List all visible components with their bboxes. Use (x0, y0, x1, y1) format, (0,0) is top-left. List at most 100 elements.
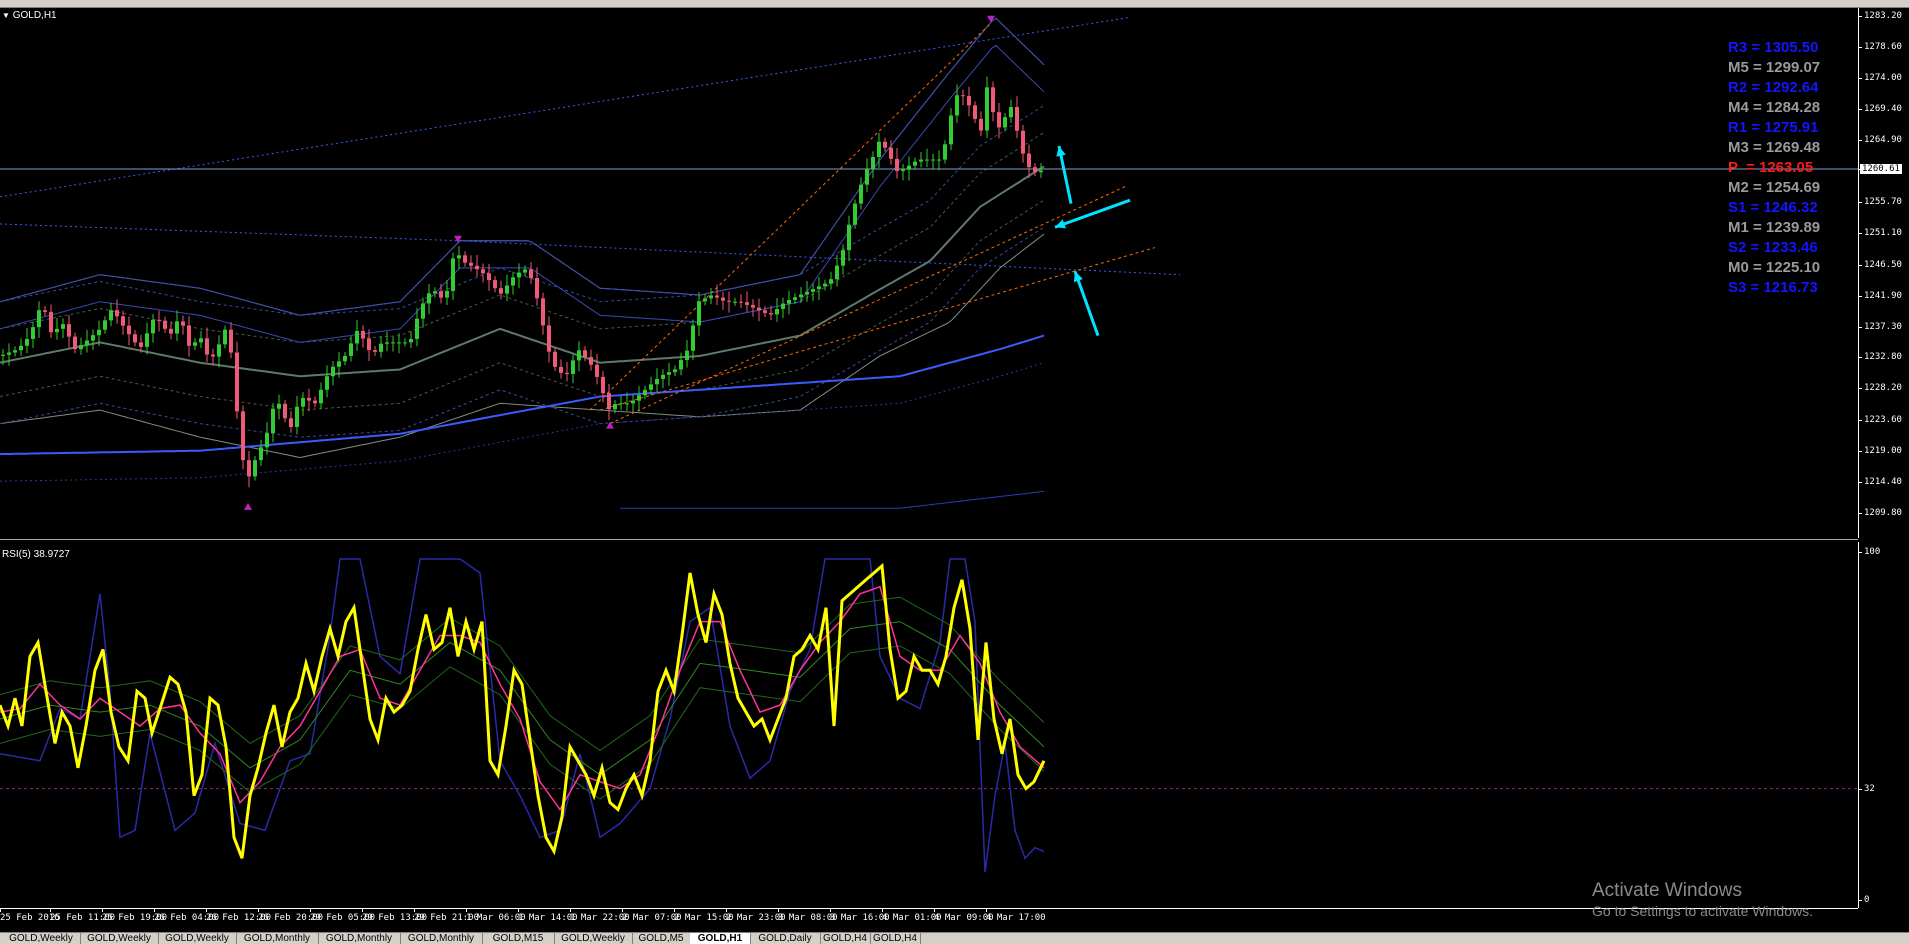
time-axis-tick (154, 909, 155, 912)
time-axis-tick (102, 909, 103, 912)
price-scale-tick (1859, 295, 1862, 297)
rsi-scale[interactable]: 100 32 0 (1858, 542, 1909, 908)
chart-tab-gold-h4[interactable]: GOLD,H4 (820, 933, 871, 944)
chart-tab-gold-daily[interactable]: GOLD,Daily (750, 933, 821, 944)
candle-body (103, 320, 107, 330)
candle-body (559, 366, 563, 373)
chart-tab-gold-monthly[interactable]: GOLD,Monthly (400, 933, 483, 944)
candle-body (583, 350, 587, 358)
time-axis-tick (986, 909, 987, 912)
candle-body (181, 321, 185, 326)
candle-body (751, 304, 755, 308)
panel-divider[interactable] (0, 539, 1858, 540)
candle-body (505, 285, 509, 294)
time-axis-tick (622, 909, 623, 912)
candle-body (871, 157, 875, 170)
candle-body (301, 397, 305, 407)
bottom-envelope (620, 490, 1045, 509)
candle-body (121, 316, 125, 326)
candle-body (289, 418, 293, 428)
candle-body (625, 403, 629, 405)
candle-body (151, 319, 155, 334)
candle-body (901, 169, 905, 172)
candle-body (703, 298, 707, 302)
symbol-dropdown-icon[interactable]: ▼ (2, 11, 10, 20)
price-scale-tick (1859, 419, 1862, 421)
time-axis-tick (778, 909, 779, 912)
chart-tab-gold-weekly[interactable]: GOLD,Weekly (554, 933, 633, 944)
rsi-indicator-panel[interactable]: RSI(5) 38.9727 (0, 542, 1858, 908)
candle-body (349, 343, 353, 356)
rsi-scale-label: 100 (1864, 547, 1881, 557)
candle-body (427, 293, 431, 304)
candle-body (391, 342, 395, 344)
candle-body (13, 350, 17, 353)
channel-line-1 (609, 186, 1126, 425)
price-scale[interactable]: 1283.20 1278.60 1274.00 1269.40 1264.90 1260.… (1858, 8, 1909, 538)
candle-body (169, 328, 173, 334)
activate-windows-watermark: Activate Windows Go to Settings to activ… (1592, 880, 1813, 920)
candle-body (307, 397, 311, 401)
candle-body (109, 310, 113, 321)
chart-tab-gold-weekly[interactable]: GOLD,Weekly (2, 933, 81, 944)
candle-body (973, 105, 977, 119)
price-scale-tick (1859, 513, 1862, 514)
candle-body (379, 343, 383, 352)
candle-body (463, 255, 467, 263)
candle-body (859, 184, 863, 204)
candle-body (817, 286, 821, 290)
candle-body (649, 384, 653, 390)
candle-body (541, 298, 545, 326)
candle-body (385, 342, 389, 344)
time-axis-tick (206, 909, 207, 912)
chart-tab-gold-weekly[interactable]: GOLD,Weekly (80, 933, 159, 944)
pivot-level-m2: M2 = 1254.69 (1728, 179, 1821, 196)
time-axis-label: 1 Mar 06:00 (466, 913, 526, 923)
price-scale-label: 1269.40 (1864, 104, 1902, 115)
rsi-scale-label: 0 (1864, 895, 1870, 905)
watermark-subtitle: Go to Settings to activate Windows. (1592, 903, 1813, 919)
channel-line-2 (599, 247, 1156, 411)
candle-body (679, 360, 683, 370)
time-axis-tick (934, 909, 935, 912)
chart-tab-gold-weekly[interactable]: GOLD,Weekly (158, 933, 237, 944)
candle-body (493, 280, 497, 289)
time-axis-tick (518, 909, 519, 912)
candle-body (979, 118, 983, 131)
candle-body (1009, 107, 1013, 118)
chart-tab-gold-monthly[interactable]: GOLD,Monthly (236, 933, 319, 944)
candle-body (619, 403, 623, 405)
price-scale-label: 1251.10 (1864, 228, 1902, 239)
candle-body (1015, 107, 1019, 131)
pivot-level-m5: M5 = 1299.07 (1728, 59, 1821, 76)
time-axis[interactable]: 25 Feb 2016 25 Feb 11:00 25 Feb 19:00 26 Fe… (0, 908, 1858, 932)
candle-body (367, 338, 371, 351)
candle-body (961, 95, 965, 97)
candle-body (217, 344, 221, 357)
candle-body (739, 301, 743, 303)
candle-body (733, 301, 737, 303)
annotation-arrow-head-2 (1073, 271, 1083, 283)
chart-tab-gold-h1[interactable]: GOLD,H1 (690, 933, 751, 944)
slow-ma-envelope (0, 362, 1045, 482)
candle-body (985, 87, 989, 131)
time-axis-label: 2 Mar 23:00 (726, 913, 786, 923)
chart-tab-gold-monthly[interactable]: GOLD,Monthly (318, 933, 401, 944)
candle-body (523, 269, 527, 273)
pivot-level-s3: S3 = 1216.73 (1728, 279, 1818, 296)
candle-body (499, 288, 503, 294)
watermark-title: Activate Windows (1592, 880, 1742, 901)
time-axis-label: 3 Mar 08:00 (778, 913, 838, 923)
candle-body (535, 278, 539, 299)
chart-tab-gold-m5[interactable]: GOLD,M5 (632, 933, 691, 944)
candle-body (793, 297, 797, 300)
candle-body (907, 165, 911, 170)
candle-body (19, 345, 23, 351)
main-price-chart[interactable]: ▼ GOLD,H1 R3 = 1305.50 M5 = 1299.07 R2 = 1… (0, 8, 1858, 538)
chart-tabs-bar: GOLD,Weekly GOLD,Weekly GOLD,Weekly GOLD,Mo… (0, 932, 1909, 944)
candle-body (265, 433, 269, 448)
chart-tab-gold-m15[interactable]: GOLD,M15 (482, 933, 555, 944)
chart-tab-gold-h4[interactable]: GOLD,H4 (870, 933, 921, 944)
annotation-arrow-shaft-2 (1073, 270, 1100, 337)
time-axis-label: 1 Mar 22:00 (570, 913, 630, 923)
